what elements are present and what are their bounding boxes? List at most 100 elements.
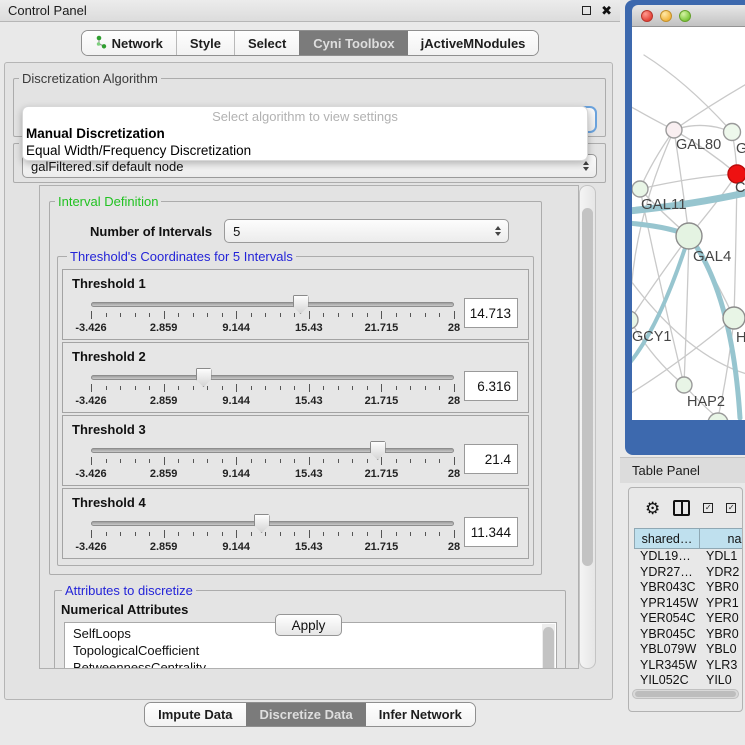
tab-infer-network[interactable]: Infer Network bbox=[366, 703, 475, 726]
table-horizontal-scrollbar[interactable] bbox=[632, 689, 739, 699]
network-edge[interactable] bbox=[640, 189, 684, 385]
table-panel-title: Table Panel bbox=[632, 463, 700, 478]
network-edge-highlighted[interactable] bbox=[632, 236, 689, 365]
algorithm-option-equal-width[interactable]: Equal Width/Frequency Discretization bbox=[23, 142, 587, 159]
table-row[interactable]: YDL19…YDL1 bbox=[634, 549, 742, 565]
table-row[interactable]: YIL052CYIL0 bbox=[634, 673, 742, 685]
screen: Control Panel ✖ NetworkStyleSelectCyni T… bbox=[0, 0, 745, 745]
number-of-intervals-label: Number of Intervals bbox=[90, 224, 212, 239]
table-row[interactable]: YLR345WYLR3 bbox=[634, 658, 742, 674]
tab-cyni-toolbox[interactable]: Cyni Toolbox bbox=[299, 31, 407, 55]
table-header-row: shared…na bbox=[634, 528, 742, 549]
network-edge[interactable] bbox=[640, 174, 737, 189]
algorithm-prompt: Select algorithm to view settings bbox=[23, 108, 587, 125]
table-rows: YDL19…YDL1YDR27…YDR2YBR043CYBR0YPR145WYP… bbox=[634, 549, 742, 685]
threshold-slider-4[interactable]: -3.4262.8599.14415.4321.71528 bbox=[91, 513, 454, 559]
tab-label: Network bbox=[112, 36, 163, 51]
threshold-label: Threshold 1 bbox=[63, 270, 528, 291]
apply-button[interactable]: Apply bbox=[275, 614, 343, 636]
threshold-value-field[interactable]: 6.316 bbox=[464, 371, 518, 401]
gear-icon[interactable]: ⚙ bbox=[645, 500, 660, 517]
threshold-value-field[interactable]: 11.344 bbox=[464, 517, 518, 547]
table-cell: YPR1 bbox=[700, 596, 742, 612]
tab-label: Cyni Toolbox bbox=[313, 36, 394, 51]
table-row[interactable]: YER054CYER0 bbox=[634, 611, 742, 627]
threshold-label: Threshold 4 bbox=[63, 489, 528, 510]
network-node[interactable] bbox=[676, 223, 702, 249]
node-label: HAP2 bbox=[687, 394, 725, 410]
split-column-icon[interactable] bbox=[673, 500, 690, 516]
settings-vertical-scrollbar[interactable] bbox=[579, 185, 596, 669]
tab-network[interactable]: Network bbox=[82, 31, 176, 55]
table-row[interactable]: YBL079WYBL0 bbox=[634, 642, 742, 658]
table-row[interactable]: YPR145WYPR1 bbox=[634, 596, 742, 612]
float-window-icon[interactable] bbox=[582, 6, 591, 15]
top-tab-group: Network StyleSelect Cyni Toolbox jActiveMNo… bbox=[81, 30, 540, 56]
threshold-slider-2[interactable]: -3.4262.8599.14415.4321.71528 bbox=[91, 367, 454, 413]
close-traffic-light[interactable] bbox=[641, 10, 653, 22]
slider-track[interactable] bbox=[91, 521, 454, 526]
threshold-slider-1[interactable]: -3.4262.8599.14415.4321.71528 bbox=[91, 294, 454, 340]
algorithm-option-manual[interactable]: Manual Discretization bbox=[23, 125, 587, 142]
tab-discretize-data[interactable]: Discretize Data bbox=[246, 703, 366, 726]
slider-track[interactable] bbox=[91, 448, 454, 453]
threshold-value-field[interactable]: 21.4 bbox=[464, 444, 518, 474]
table-row[interactable]: YBR043CYBR0 bbox=[634, 580, 742, 596]
apply-row: Apply bbox=[5, 609, 612, 641]
bottom-tabbar: Impute Data Discretize DataInfer Network bbox=[0, 702, 620, 727]
tab-jactivemnodules[interactable]: jActiveMNodules bbox=[408, 31, 539, 55]
number-of-intervals-value: 5 bbox=[233, 224, 240, 239]
close-icon[interactable]: ✖ bbox=[601, 4, 612, 17]
table-cell: YIL0 bbox=[700, 673, 742, 685]
tab-style[interactable]: Style bbox=[176, 31, 234, 55]
table-panel-header: Table Panel bbox=[620, 457, 745, 483]
network-node[interactable] bbox=[676, 377, 692, 393]
network-canvas[interactable]: GAL80GACGAL11GAL4HGCY1HAP2 bbox=[632, 27, 745, 420]
thresholds-container: Threshold 1 -3.4262.8599.14415.4321.71528… bbox=[62, 269, 529, 559]
number-of-intervals-combo[interactable]: 5 bbox=[224, 219, 509, 243]
discretization-algorithm-title: Discretization Algorithm bbox=[19, 71, 161, 86]
network-node[interactable] bbox=[724, 124, 741, 141]
tab-impute-data[interactable]: Impute Data bbox=[145, 703, 245, 726]
network-node[interactable] bbox=[723, 307, 745, 329]
network-edge[interactable] bbox=[684, 236, 689, 385]
table-cell: YDR2 bbox=[700, 565, 742, 581]
tab-select[interactable]: Select bbox=[234, 31, 299, 55]
table-cell: YDL1 bbox=[700, 549, 742, 565]
threshold-value-field[interactable]: 14.713 bbox=[464, 298, 518, 328]
slider-tick-labels: -3.4262.8599.14415.4321.71528 bbox=[91, 322, 454, 335]
threshold-label: Threshold 2 bbox=[63, 343, 528, 364]
tab-label: Impute Data bbox=[158, 707, 232, 722]
attribute-item[interactable]: TopologicalCoefficient bbox=[73, 642, 556, 659]
attributes-group-title: Attributes to discretize bbox=[62, 583, 196, 598]
network-graph: GAL80GACGAL11GAL4HGCY1HAP2 bbox=[632, 27, 745, 420]
table-cell: YBR0 bbox=[700, 627, 742, 643]
table-row[interactable]: YDR27…YDR2 bbox=[634, 565, 742, 581]
slider-track[interactable] bbox=[91, 375, 454, 380]
attribute-item[interactable]: BetweennessCentrality bbox=[73, 659, 556, 669]
threshold-panel-2: Threshold 2 -3.4262.8599.14415.4321.71528… bbox=[62, 342, 529, 413]
thresholds-group-title: Threshold's Coordinates for 5 Intervals bbox=[67, 249, 296, 264]
checkbox-checked-icon[interactable]: ✓ bbox=[726, 503, 736, 513]
minimize-traffic-light[interactable] bbox=[660, 10, 672, 22]
combo-spinner-icon bbox=[583, 161, 589, 171]
slider-track[interactable] bbox=[91, 302, 454, 307]
network-node[interactable] bbox=[632, 181, 648, 197]
network-node[interactable] bbox=[632, 311, 638, 329]
checkbox-checked-icon[interactable]: ✓ bbox=[703, 503, 713, 513]
table-row[interactable]: YBR045CYBR0 bbox=[634, 627, 742, 643]
table-cell: YIL052C bbox=[634, 673, 700, 685]
discretization-algorithm-group: Discretization Algorithm Select algorith… bbox=[13, 71, 606, 137]
column-header[interactable]: na bbox=[700, 528, 743, 549]
threshold-slider-3[interactable]: -3.4262.8599.14415.4321.71528 bbox=[91, 440, 454, 486]
interval-definition-title: Interval Definition bbox=[55, 194, 161, 209]
network-edge[interactable] bbox=[640, 130, 674, 189]
network-node[interactable] bbox=[708, 413, 728, 420]
network-node[interactable] bbox=[666, 122, 682, 138]
table-toolbar: ⚙ ✓ ✓ bbox=[629, 488, 742, 528]
network-edge[interactable] bbox=[674, 82, 745, 130]
zoom-traffic-light[interactable] bbox=[679, 10, 691, 22]
threshold-panel-1: Threshold 1 -3.4262.8599.14415.4321.71528… bbox=[62, 269, 529, 340]
column-header[interactable]: shared… bbox=[634, 528, 700, 549]
slider-ruler bbox=[91, 457, 454, 466]
